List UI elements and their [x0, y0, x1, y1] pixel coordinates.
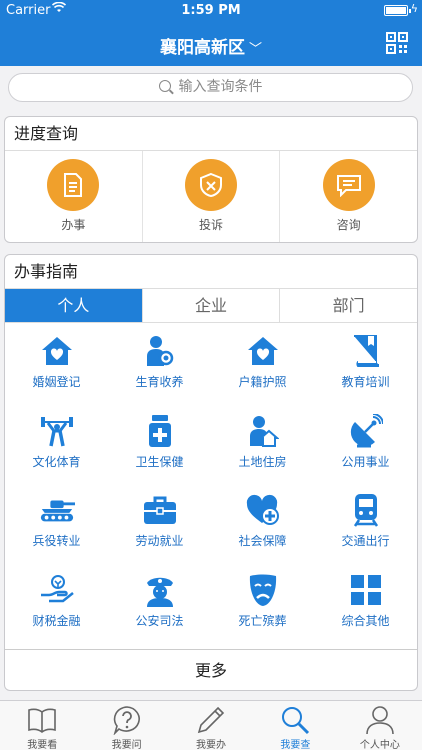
train-icon	[348, 492, 384, 528]
service-tax-finance[interactable]: 财税金融	[5, 566, 108, 643]
weightlifter-icon	[39, 413, 75, 449]
service-transport[interactable]: 交通出行	[314, 486, 417, 563]
progress-label: 咨询	[336, 218, 361, 232]
service-label: 卫生保健	[135, 454, 184, 469]
service-label: 综合其他	[341, 613, 390, 628]
service-utilities[interactable]: 公用事业	[314, 407, 417, 484]
service-marriage[interactable]: 婚姻登记	[5, 327, 108, 404]
book-icon	[348, 333, 384, 369]
service-label: 死亡殡葬	[238, 613, 287, 628]
tabbar-label: 个人中心	[359, 740, 400, 750]
tabbar-label: 我要查	[280, 740, 311, 750]
service-culture-sports[interactable]: 文化体育	[5, 407, 108, 484]
service-label: 土地住房	[238, 454, 287, 469]
grid-icon	[348, 572, 384, 608]
tab-department[interactable]: 部门	[280, 289, 417, 322]
heart-plus-icon	[245, 492, 281, 528]
service-land-housing[interactable]: 土地住房	[211, 407, 314, 484]
hand-coin-icon	[39, 572, 75, 608]
service-label: 文化体育	[32, 454, 81, 469]
progress-item-affairs[interactable]: 办事	[5, 151, 143, 242]
person-baby-icon	[142, 333, 178, 369]
user-icon	[365, 705, 395, 735]
progress-card: 进度查询 办事 投诉 咨询	[4, 116, 418, 243]
mask-icon	[245, 572, 281, 608]
service-label: 兵役转业	[32, 534, 81, 548]
service-label: 生育收养	[135, 375, 184, 389]
question-icon	[112, 705, 142, 735]
service-label: 公安司法	[135, 613, 184, 628]
service-health[interactable]: 卫生保健	[108, 407, 211, 484]
guide-title: 办事指南	[5, 255, 417, 289]
medicine-bottle-icon	[142, 413, 178, 449]
house-heart-icon	[39, 333, 75, 369]
charging-icon: ϟ	[410, 2, 418, 15]
satellite-dish-icon	[348, 413, 384, 449]
service-label: 交通出行	[341, 534, 390, 548]
tank-icon	[39, 492, 75, 528]
guide-tabs: 个人 企业 部门	[5, 289, 417, 323]
message-icon	[322, 159, 375, 211]
search-input[interactable]: 输入查询条件	[8, 73, 413, 102]
tabbar-label: 我要看	[27, 740, 58, 750]
page-title: 襄阳高新区	[159, 38, 245, 58]
tabbar-item-do[interactable]: 我要办	[169, 701, 253, 750]
tabbar-item-search[interactable]: 我要查	[253, 701, 337, 750]
service-employment[interactable]: 劳动就业	[108, 486, 211, 563]
service-label: 户籍护照	[238, 375, 287, 389]
status-bar: Carrier 1:59 PM ϟ	[0, 0, 422, 22]
chevron-down-icon: ﹀	[248, 42, 262, 57]
tabbar-label: 我要办	[196, 740, 227, 750]
status-time: 1:59 PM	[181, 3, 241, 18]
progress-label: 投诉	[199, 218, 224, 232]
service-label: 社会保障	[238, 534, 287, 548]
search-icon	[158, 80, 171, 92]
top-bar: Carrier 1:59 PM ϟ 襄阳高新区 ﹀	[0, 0, 422, 66]
service-label: 公用事业	[341, 454, 390, 469]
book-open-icon	[27, 705, 57, 735]
qr-code-icon[interactable]	[386, 32, 408, 54]
service-birth-adoption[interactable]: 生育收养	[108, 327, 211, 404]
document-icon	[47, 159, 100, 211]
briefcase-icon	[142, 492, 178, 528]
service-funeral[interactable]: 死亡殡葬	[211, 566, 314, 643]
progress-label: 办事	[61, 218, 86, 232]
person-house-icon	[245, 413, 281, 449]
search-placeholder: 输入查询条件	[178, 79, 263, 95]
region-selector[interactable]: 襄阳高新区 ﹀	[0, 33, 422, 58]
service-household-passport[interactable]: 户籍护照	[211, 327, 314, 404]
tabbar-item-ask[interactable]: 我要问	[84, 701, 168, 750]
battery-icon	[384, 5, 411, 16]
police-icon	[142, 572, 178, 608]
tab-enterprise[interactable]: 企业	[143, 289, 281, 322]
house-heart-icon	[245, 333, 281, 369]
service-military[interactable]: 兵役转业	[5, 486, 108, 563]
tabbar-label: 我要问	[111, 740, 142, 750]
service-label: 劳动就业	[135, 534, 184, 548]
progress-item-consult[interactable]: 咨询	[280, 151, 417, 242]
more-button[interactable]: 更多	[5, 649, 417, 690]
tab-personal[interactable]: 个人	[5, 289, 143, 322]
service-other[interactable]: 综合其他	[314, 566, 417, 643]
service-grid: 婚姻登记 生育收养 户籍护照 教育培训 文化体育 卫生保健 土地住房 公用事业 …	[5, 323, 417, 645]
shield-icon	[185, 159, 237, 211]
progress-item-complaint[interactable]: 投诉	[143, 151, 281, 242]
search-icon	[280, 705, 310, 735]
service-social-security[interactable]: 社会保障	[211, 486, 314, 563]
pencil-icon	[196, 705, 226, 735]
service-police-justice[interactable]: 公安司法	[108, 566, 211, 643]
service-label: 婚姻登记	[32, 375, 81, 389]
bottom-tab-bar: 我要看 我要问 我要办 我要查 个人中心	[0, 700, 422, 750]
progress-title: 进度查询	[5, 117, 417, 151]
tabbar-item-profile[interactable]: 个人中心	[338, 701, 422, 750]
tabbar-item-read[interactable]: 我要看	[0, 701, 84, 750]
service-education[interactable]: 教育培训	[314, 327, 417, 404]
guide-card: 办事指南 个人 企业 部门 婚姻登记 生育收养 户籍护照 教育培训 文化体育 卫…	[4, 254, 418, 691]
service-label: 财税金融	[32, 613, 81, 628]
service-label: 教育培训	[341, 375, 390, 389]
